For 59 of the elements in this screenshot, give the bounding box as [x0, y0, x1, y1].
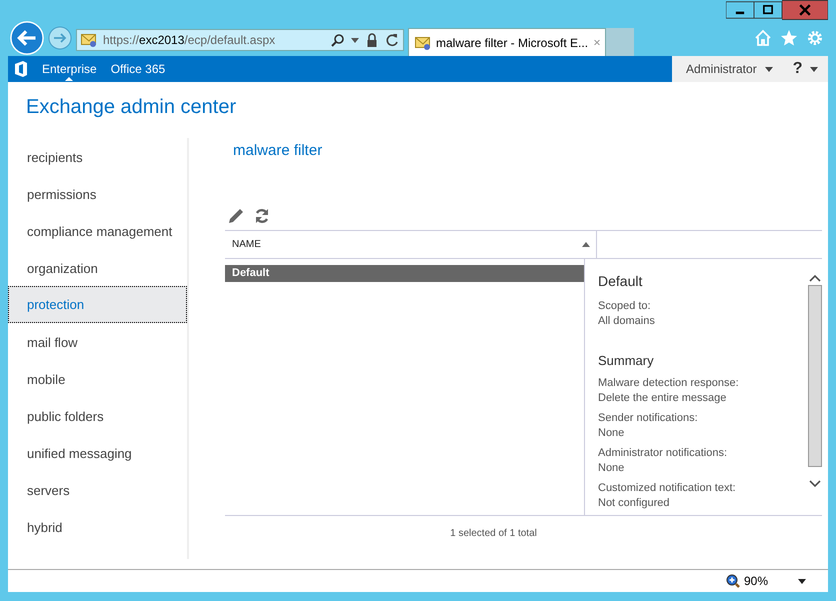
field-value: None	[598, 461, 626, 476]
zoom-level[interactable]: 90%	[744, 574, 768, 588]
table-row[interactable]: Default	[225, 265, 584, 282]
sidebar-item[interactable]: compliance management	[8, 212, 187, 249]
pencil-icon[interactable]	[228, 208, 244, 224]
page-title: malware filter	[232, 141, 324, 161]
sidebar-item[interactable]: protection	[8, 286, 187, 323]
sidebar-item[interactable]: permissions	[8, 175, 187, 212]
minimize-button[interactable]	[726, 0, 754, 20]
scroll-up-icon[interactable]	[809, 274, 821, 282]
field-value: Not configured	[598, 496, 671, 511]
zoom-icon[interactable]	[726, 574, 740, 588]
sidebar-item[interactable]: mail flow	[8, 323, 187, 360]
nav-tab[interactable]: Office 365	[110, 57, 166, 81]
field-label: Sender notifications:	[598, 411, 699, 426]
star-icon[interactable]	[780, 29, 798, 47]
field-label: Customized notification text:	[598, 481, 737, 496]
refresh-icon[interactable]	[254, 208, 270, 224]
app-title: Exchange admin center	[25, 95, 238, 120]
dropdown-icon[interactable]	[351, 38, 359, 42]
column-header[interactable]: NAME	[225, 231, 597, 258]
refresh-icon[interactable]	[385, 33, 399, 47]
address-bar[interactable]: https://exc2013/ecp/default.aspx	[76, 29, 404, 51]
user-menu[interactable]: Administrator	[686, 62, 757, 76]
mail-icon	[81, 32, 97, 48]
close-icon[interactable]	[593, 40, 602, 45]
sidebar-item[interactable]: mobile	[8, 360, 187, 397]
sidebar-item[interactable]: servers	[8, 471, 187, 508]
sidebar-item[interactable]: recipients	[8, 138, 187, 175]
field-label: Scoped to:	[598, 299, 652, 314]
sidebar-item[interactable]: hybrid	[8, 508, 187, 545]
sidebar-item[interactable]: organization	[8, 249, 187, 286]
nav-tab[interactable]: Enterprise	[42, 57, 97, 81]
sidebar-item[interactable]: unified messaging	[8, 434, 187, 471]
url-text: https://exc2013/ecp/default.aspx	[103, 33, 276, 47]
office-logo-icon	[14, 61, 28, 77]
field-value: None	[598, 426, 626, 441]
section-heading: Summary	[598, 353, 655, 368]
field-value: All domains	[598, 314, 656, 329]
field-label: Malware detection response:	[598, 376, 740, 391]
dropdown-icon[interactable]	[798, 578, 806, 584]
lock-icon	[365, 33, 379, 47]
field-label: Administrator notifications:	[598, 446, 728, 461]
mail-icon	[415, 34, 431, 50]
close-button[interactable]	[782, 0, 828, 20]
detail-title: Default	[598, 273, 644, 289]
help-menu[interactable]: ?	[792, 60, 802, 78]
caret-icon[interactable]	[810, 66, 818, 72]
selection-count: 1 selected of 1 total	[450, 528, 537, 538]
maximize-button[interactable]	[754, 0, 782, 20]
caret-icon[interactable]	[764, 66, 773, 72]
sidebar-item[interactable]: public folders	[8, 397, 187, 434]
sort-icon	[582, 242, 590, 247]
back-button[interactable]	[10, 21, 44, 55]
search-icon[interactable]	[331, 33, 345, 47]
field-value: Delete the entire message	[598, 391, 728, 406]
scroll-down-icon[interactable]	[809, 480, 821, 488]
scrollbar-thumb[interactable]	[808, 285, 822, 467]
browser-tab[interactable]: malware filter - Microsoft E...	[408, 28, 606, 56]
